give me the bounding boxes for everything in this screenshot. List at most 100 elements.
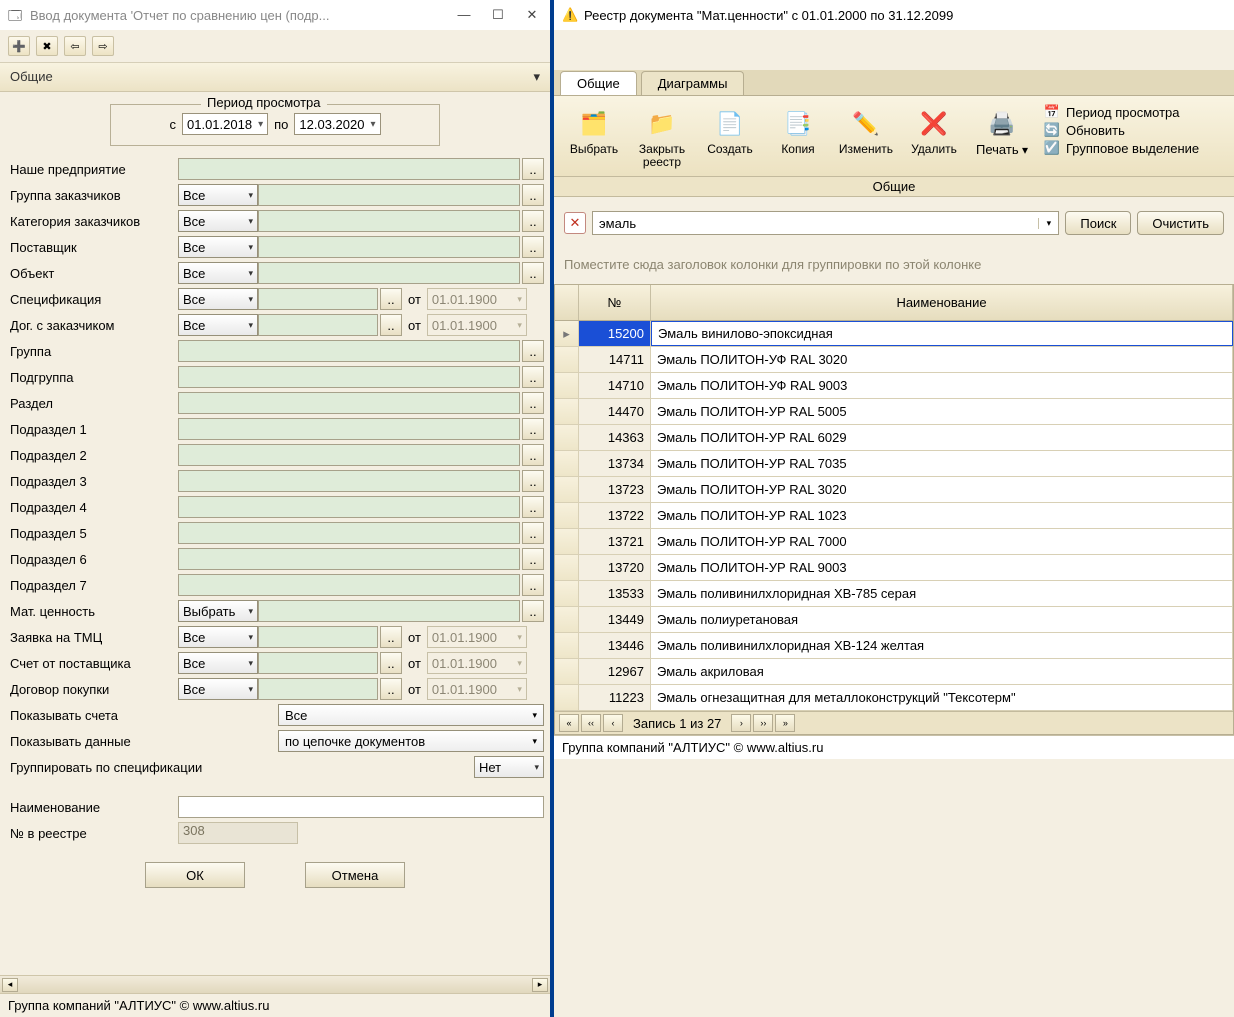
col-no[interactable]: № — [579, 285, 651, 320]
lookup-button[interactable]: .. — [522, 548, 544, 570]
value-field[interactable] — [178, 522, 520, 544]
value-field[interactable] — [178, 574, 520, 596]
horizontal-scrollbar[interactable]: ◂ ▸ — [0, 975, 550, 993]
lookup-button[interactable]: .. — [522, 236, 544, 258]
ribbon-close[interactable]: 📁Закрыть реестр — [630, 102, 694, 176]
value-field[interactable] — [258, 600, 520, 622]
close-button[interactable]: ✕ — [522, 7, 542, 23]
value-field[interactable] — [178, 548, 520, 570]
lookup-button[interactable]: .. — [522, 444, 544, 466]
left-section-header[interactable]: Общие ▾ — [0, 63, 550, 92]
filter-select[interactable]: Все▾ — [178, 678, 258, 700]
toolbar-btn-3[interactable]: ⇦ — [64, 36, 86, 56]
nav-last[interactable]: » — [775, 714, 795, 732]
toolbar-btn-2[interactable]: ✖ — [36, 36, 58, 56]
value-field[interactable] — [258, 210, 520, 232]
table-row[interactable]: 12967Эмаль акриловая — [555, 659, 1233, 685]
value-field[interactable] — [258, 626, 378, 648]
filter-select[interactable]: Все▾ — [178, 288, 258, 310]
col-selector[interactable] — [555, 285, 579, 320]
table-row[interactable]: 13446Эмаль поливинилхлоридная ХВ-124 жел… — [555, 633, 1233, 659]
lookup-button[interactable]: .. — [380, 314, 402, 336]
value-field[interactable] — [258, 184, 520, 206]
filter-select[interactable]: Все▾ — [178, 262, 258, 284]
nav-prevpage[interactable]: ‹‹ — [581, 714, 601, 732]
value-field[interactable] — [178, 392, 520, 414]
value-field[interactable] — [178, 470, 520, 492]
lookup-button[interactable]: .. — [522, 366, 544, 388]
chevron-down-icon[interactable]: ▾ — [1038, 218, 1058, 229]
value-field[interactable] — [178, 444, 520, 466]
table-row[interactable]: 13734Эмаль ПОЛИТОН-УР RAL 7035 — [555, 451, 1233, 477]
search-button[interactable]: Поиск — [1065, 211, 1131, 235]
value-field[interactable] — [178, 366, 520, 388]
lookup-button[interactable]: .. — [522, 210, 544, 232]
nav-next[interactable]: › — [731, 714, 751, 732]
filter-select[interactable]: Все▾ — [178, 626, 258, 648]
lookup-button[interactable]: .. — [522, 522, 544, 544]
lookup-button[interactable]: .. — [522, 496, 544, 518]
filter-select[interactable]: Все▾ — [178, 236, 258, 258]
search-combo[interactable]: ▾ — [592, 211, 1059, 235]
cancel-button[interactable]: Отмена — [305, 862, 405, 888]
table-row[interactable]: 13721Эмаль ПОЛИТОН-УР RAL 7000 — [555, 529, 1233, 555]
period-from-input[interactable]: 01.01.2018▾ — [182, 113, 268, 135]
ribbon-copy[interactable]: 📑Копия — [766, 102, 830, 176]
lookup-button[interactable]: .. — [380, 288, 402, 310]
table-row[interactable]: ▸15200Эмаль винилово-эпоксидная — [555, 321, 1233, 347]
table-row[interactable]: 14363Эмаль ПОЛИТОН-УР RAL 6029 — [555, 425, 1233, 451]
toolbar-btn-4[interactable]: ⇨ — [92, 36, 114, 56]
lookup-button[interactable]: .. — [522, 184, 544, 206]
lookup-button[interactable]: .. — [380, 626, 402, 648]
table-row[interactable]: 13723Эмаль ПОЛИТОН-УР RAL 3020 — [555, 477, 1233, 503]
group-by-spec-select[interactable]: Нет▾ — [474, 756, 544, 778]
table-row[interactable]: 11223Эмаль огнезащитная для металлоконст… — [555, 685, 1233, 711]
toolbar-btn-1[interactable]: ➕ — [8, 36, 30, 56]
name-input[interactable] — [178, 796, 544, 818]
ribbon-select[interactable]: 🗂️Выбрать — [562, 102, 626, 176]
lookup-button[interactable]: .. — [522, 392, 544, 414]
search-input[interactable] — [593, 216, 1038, 231]
ribbon-create[interactable]: 📄Создать — [698, 102, 762, 176]
lookup-button[interactable]: .. — [380, 652, 402, 674]
table-row[interactable]: 14710Эмаль ПОЛИТОН-УФ RAL 9003 — [555, 373, 1233, 399]
ribbon-print[interactable]: 🖨️Печать ▾ — [970, 102, 1034, 176]
value-field[interactable] — [258, 236, 520, 258]
clear-search-icon[interactable]: ✕ — [564, 212, 586, 234]
value-field[interactable] — [258, 314, 378, 336]
value-field[interactable] — [258, 262, 520, 284]
scroll-right-icon[interactable]: ▸ — [532, 978, 548, 992]
ribbon-refresh[interactable]: 🔄Обновить — [1044, 122, 1199, 138]
lookup-button[interactable]: .. — [522, 418, 544, 440]
value-field[interactable] — [258, 678, 378, 700]
value-field[interactable] — [178, 496, 520, 518]
table-row[interactable]: 13533Эмаль поливинилхлоридная ХВ-785 сер… — [555, 581, 1233, 607]
nav-nextpage[interactable]: ›› — [753, 714, 773, 732]
ribbon-period[interactable]: 📅Период просмотра — [1044, 104, 1199, 120]
table-row[interactable]: 13449Эмаль полиуретановая — [555, 607, 1233, 633]
filter-select[interactable]: Выбрать▾ — [178, 600, 258, 622]
ribbon-edit[interactable]: ✏️Изменить — [834, 102, 898, 176]
filter-select[interactable]: Все▾ — [178, 210, 258, 232]
show-data-select[interactable]: по цепочке документов▾ — [278, 730, 544, 752]
lookup-button[interactable]: .. — [522, 574, 544, 596]
ribbon-delete[interactable]: ❌Удалить — [902, 102, 966, 176]
filter-select[interactable]: Все▾ — [178, 652, 258, 674]
table-row[interactable]: 13722Эмаль ПОЛИТОН-УР RAL 1023 — [555, 503, 1233, 529]
value-field[interactable] — [258, 652, 378, 674]
clear-button[interactable]: Очистить — [1137, 211, 1224, 235]
maximize-button[interactable]: ☐ — [488, 7, 508, 23]
table-row[interactable]: 14470Эмаль ПОЛИТОН-УР RAL 5005 — [555, 399, 1233, 425]
lookup-button[interactable]: .. — [522, 600, 544, 622]
filter-select[interactable]: Все▾ — [178, 314, 258, 336]
filter-select[interactable]: Все▾ — [178, 184, 258, 206]
lookup-button[interactable]: .. — [522, 340, 544, 362]
ribbon-group-select[interactable]: ☑️Групповое выделение — [1044, 140, 1199, 156]
lookup-button[interactable]: .. — [522, 262, 544, 284]
value-field[interactable] — [258, 288, 378, 310]
tab-common[interactable]: Общие — [560, 71, 637, 95]
value-field[interactable] — [178, 418, 520, 440]
lookup-button[interactable]: .. — [522, 158, 544, 180]
show-accounts-select[interactable]: Все▾ — [278, 704, 544, 726]
nav-first[interactable]: « — [559, 714, 579, 732]
